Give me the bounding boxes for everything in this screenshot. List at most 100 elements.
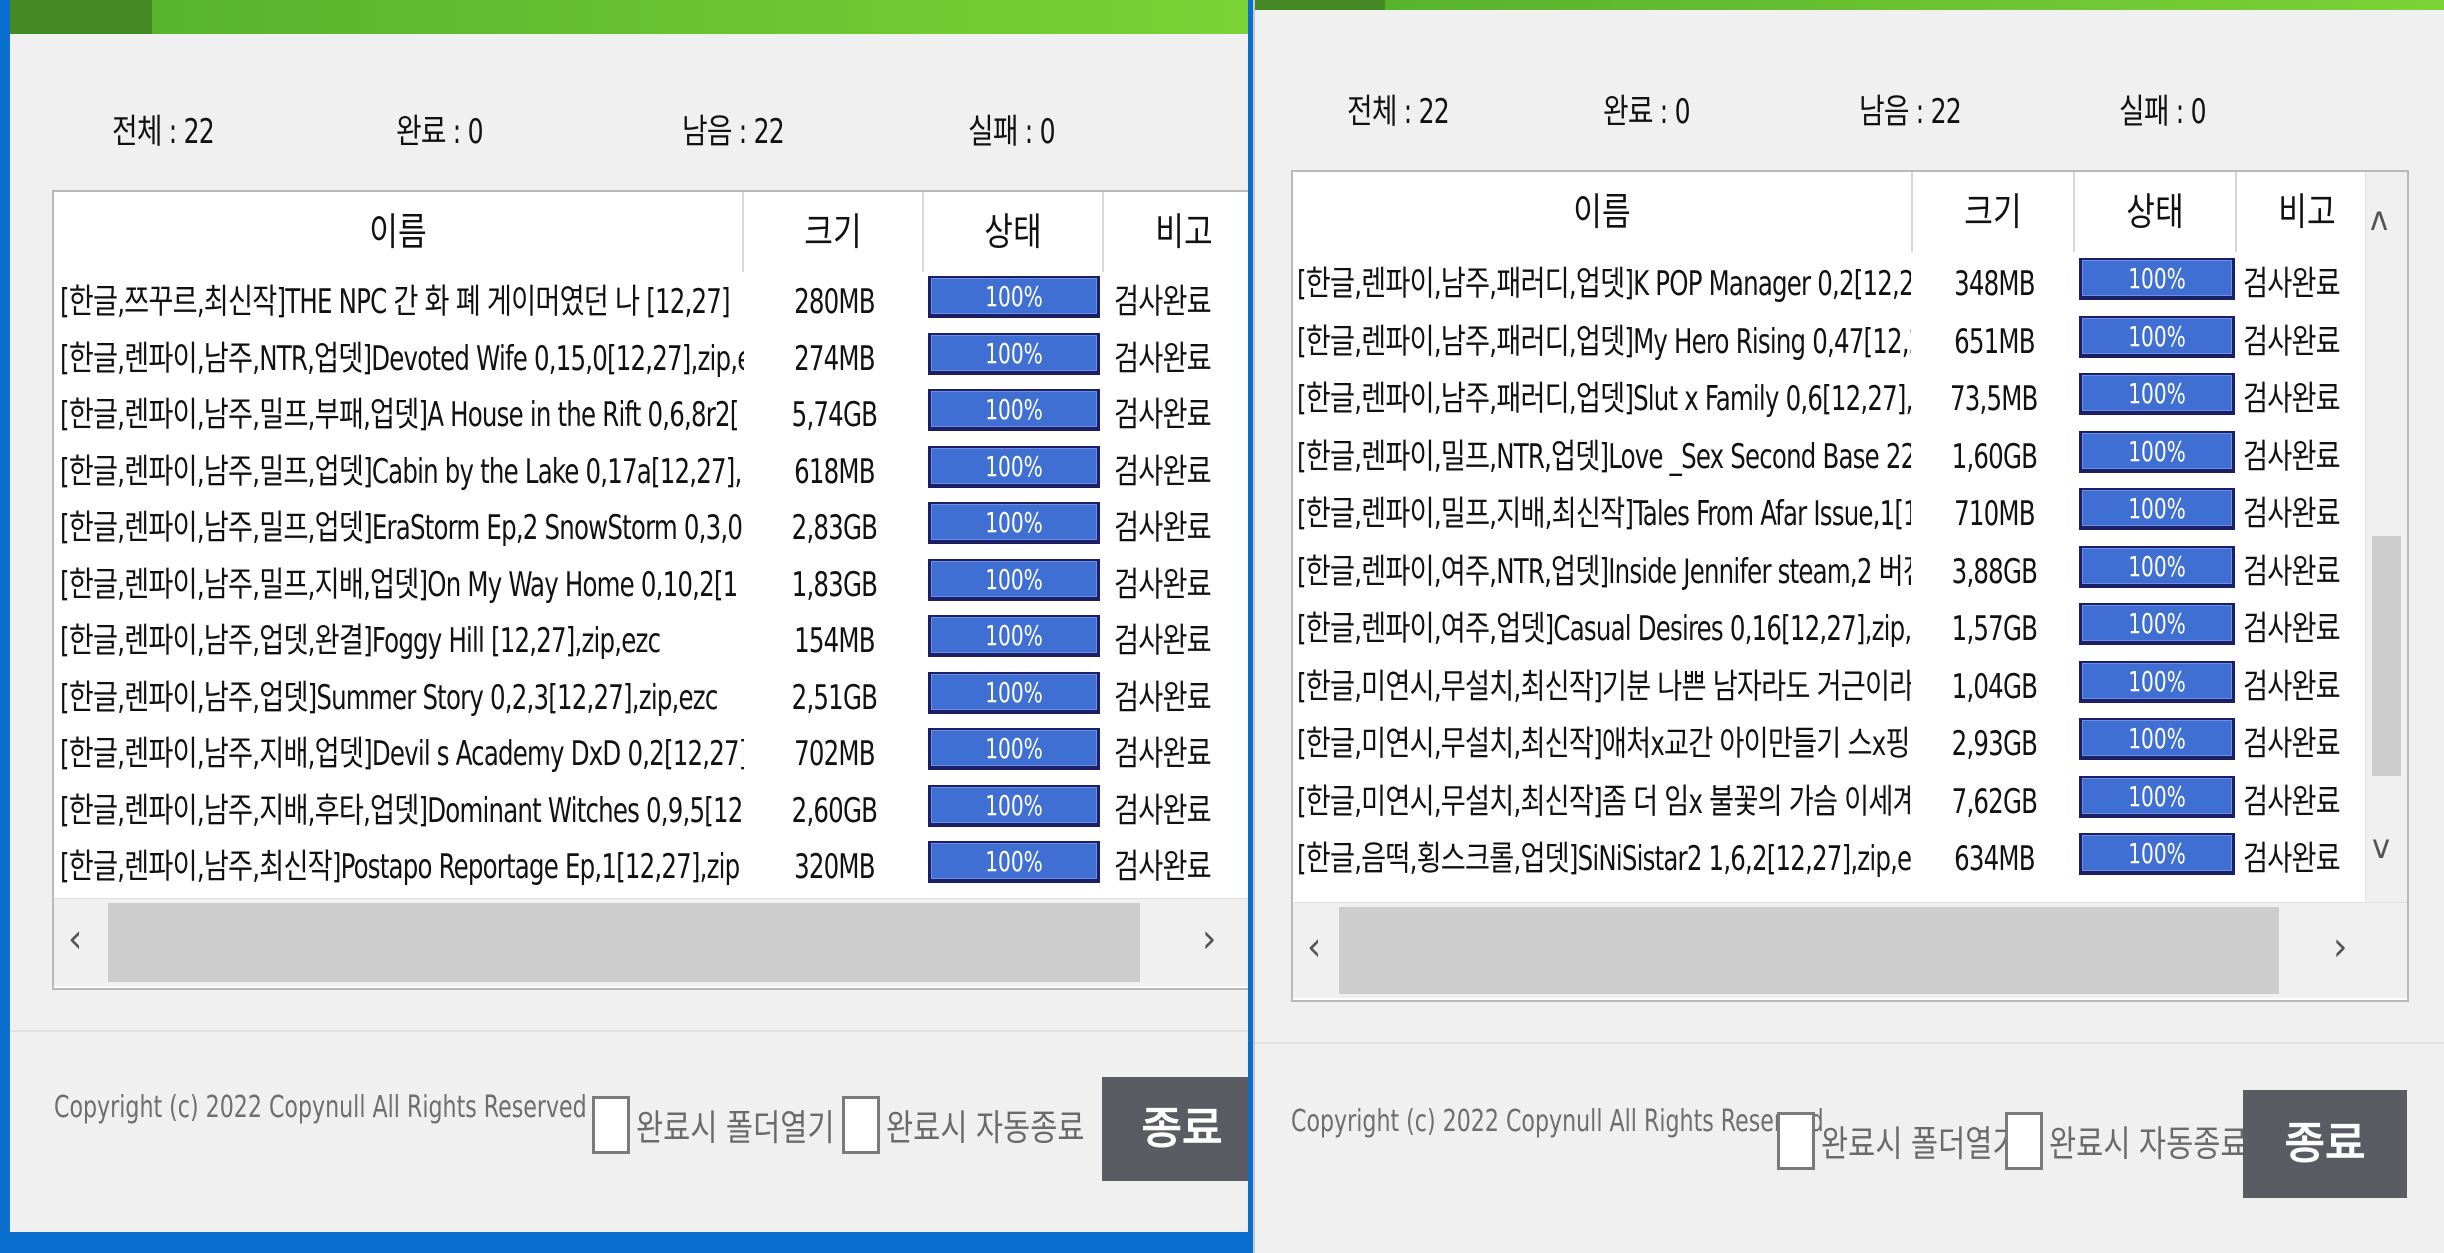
cell-size: 710MB — [1953, 494, 2035, 534]
open-folder-checkbox-box[interactable] — [592, 1096, 630, 1154]
scroll-thumb[interactable] — [1339, 907, 2279, 994]
cell-size: 5,74GB — [791, 395, 877, 435]
table-row[interactable]: [한글,음떡,횡스크롤,업뎃]SiNiSistar2 1,6,2[12,27],… — [1293, 831, 2407, 889]
cell-name: [한글,미연시,무설치,최신작]애처x교간 아이만들기 스x핑 임x할 — [1297, 724, 1911, 764]
auto-exit-checkbox-box[interactable] — [2005, 1112, 2043, 1170]
progress-fill: 100% — [2082, 432, 2232, 469]
progress-title-bar — [1255, 0, 2444, 10]
cell-name: [한글,렌파이,남주,밀프,업뎃]EraStorm Ep,2 SnowStorm… — [60, 508, 743, 548]
cell-note: 검사완료 — [2243, 436, 2341, 477]
scroll-down-icon[interactable]: v — [2372, 830, 2390, 864]
table-row[interactable]: [한글,렌파이,여주,업뎃]Casual Desires 0,16[12,27]… — [1293, 601, 2407, 659]
table-row[interactable]: [한글,렌파이,남주,최신작]Postapo Reportage Ep,1[12… — [54, 839, 1248, 896]
file-table[interactable]: 이름 크기 상태 비고 [한글,쯔꾸르,최신작]THE NPC 간 화 폐 게이… — [52, 190, 1248, 990]
auto-exit-checkbox[interactable]: 완료시 자동종료 — [842, 1096, 1128, 1154]
stat-total: 전체 : 22 — [1347, 92, 1450, 132]
progress-fill: 100% — [931, 278, 1097, 314]
scroll-thumb[interactable] — [108, 903, 1140, 982]
table-row[interactable]: [한글,렌파이,남주,밀프,업뎃]EraStorm Ep,2 SnowStorm… — [54, 500, 1248, 557]
cell-size: 1,57GB — [1951, 609, 2037, 649]
scroll-right-icon[interactable]: › — [2333, 927, 2347, 967]
table-row[interactable]: [한글,렌파이,남주,지배,후타,업뎃]Dominant Witches 0,9… — [54, 783, 1248, 840]
open-folder-checkbox[interactable]: 완료시 폴더열기 — [592, 1096, 878, 1154]
header-note[interactable]: 비고 — [1104, 192, 1248, 272]
close-button[interactable]: 종료 — [2243, 1090, 2407, 1198]
cell-note: 검사완료 — [2243, 551, 2341, 592]
cell-name: [한글,렌파이,남주,지배,업뎃]Devil s Academy DxD 0,2… — [60, 734, 744, 774]
progress-bar: 100% — [928, 671, 1100, 714]
cell-size: 2,83GB — [791, 508, 877, 548]
header-name[interactable]: 이름 — [1293, 172, 1913, 252]
table-row[interactable]: [한글,렌파이,남주,밀프,부패,업뎃]A House in the Rift … — [54, 387, 1248, 444]
cell-size: 2,60GB — [791, 790, 877, 831]
progress-fill: 100% — [931, 504, 1097, 540]
stat-failed: 실패 : 0 — [968, 112, 1056, 152]
table-row[interactable]: [한글,렌파이,남주,업뎃,완결]Foggy Hill [12,27],zip,… — [54, 613, 1248, 670]
table-row[interactable]: [한글,렌파이,남주,지배,업뎃]Devil s Academy DxD 0,2… — [54, 726, 1248, 783]
cell-size: 651MB — [1953, 321, 2035, 362]
scroll-up-icon[interactable]: ʌ — [2370, 202, 2388, 236]
table-row[interactable]: [한글,렌파이,남주,패러디,업뎃]Slut x Family 0,6[12,2… — [1293, 371, 2407, 429]
file-table[interactable]: 이름 크기 상태 비고 [한글,렌파이,남주,패러디,업뎃]K POP Mana… — [1291, 170, 2409, 1002]
table-row[interactable]: [한글,렌파이,여주,NTR,업뎃]Inside Jennifer steam,… — [1293, 544, 2407, 602]
table-row[interactable]: [한글,렌파이,밀프,지배,최신작]Tales From Afar Issue,… — [1293, 486, 2407, 544]
cell-name: [한글,렌파이,남주,지배,후타,업뎃]Dominant Witches 0,9… — [60, 790, 744, 831]
cell-size: 280MB — [793, 282, 875, 322]
horizontal-scrollbar[interactable]: ‹ › — [54, 898, 1248, 986]
auto-exit-checkbox-box[interactable] — [842, 1096, 880, 1154]
header-status[interactable]: 상태 — [924, 192, 1104, 272]
table-row[interactable]: [한글,미연시,무설치,최신작]좀 더 임x 불꽃의 가슴 이세계 젖기 7,62… — [1293, 774, 2407, 832]
stat-remaining: 남음 : 22 — [682, 112, 785, 152]
cell-size: 2,51GB — [791, 677, 877, 718]
stats-bar: 전체 : 22 완료 : 0 남음 : 22 실패 : 0 — [1255, 84, 2444, 134]
cell-note: 검사완료 — [1114, 677, 1212, 718]
table-row[interactable]: [한글,렌파이,남주,NTR,업뎃]Devoted Wife 0,15,0[12… — [54, 331, 1248, 388]
table-row[interactable]: [한글,렌파이,남주,밀프,업뎃]Cabin by the Lake 0,17a… — [54, 444, 1248, 501]
table-row[interactable]: [한글,렌파이,남주,밀프,지배,업뎃]On My Way Home 0,10,… — [54, 557, 1248, 614]
progress-bar: 100% — [2079, 430, 2235, 473]
scroll-left-icon[interactable]: ‹ — [1307, 927, 1321, 967]
table-row[interactable]: [한글,렌파이,남주,패러디,업뎃]My Hero Rising 0,47[12… — [1293, 314, 2407, 372]
scroll-left-icon[interactable]: ‹ — [68, 919, 82, 959]
cell-name: [한글,미연시,무설치,최신작]좀 더 임x 불꽃의 가슴 이세계 젖기 — [1297, 781, 1911, 822]
header-name[interactable]: 이름 — [54, 192, 744, 272]
auto-exit-checkbox-label: 완료시 자동종료 — [2049, 1124, 2248, 1165]
cell-note: 검사완료 — [2243, 609, 2341, 649]
cell-note: 검사완료 — [2243, 264, 2341, 304]
cell-note: 검사완료 — [1114, 395, 1212, 435]
progress-bar: 100% — [928, 389, 1100, 431]
table-row[interactable]: [한글,렌파이,남주,패러디,업뎃]K POP Manager 0,2[12,2… — [1293, 256, 2407, 314]
table-row[interactable]: [한글,렌파이,남주,업뎃]Summer Story 0,2,3[12,27],… — [54, 670, 1248, 727]
cell-size: 7,62GB — [1951, 781, 2037, 822]
header-note[interactable]: 비고 — [2237, 172, 2377, 252]
vertical-scrollbar[interactable]: ʌ v — [2365, 172, 2407, 902]
progress-bar: 100% — [928, 502, 1100, 544]
cell-size: 1,60GB — [1951, 436, 2037, 477]
cell-name: [한글,렌파이,남주,패러디,업뎃]Slut x Family 0,6[12,2… — [1297, 379, 1911, 419]
cell-name: [한글,렌파이,남주,패러디,업뎃]K POP Manager 0,2[12,2… — [1297, 264, 1911, 304]
header-size[interactable]: 크기 — [1913, 172, 2075, 252]
cell-note: 검사완료 — [1114, 847, 1212, 887]
table-row[interactable]: [한글,쯔꾸르,최신작]THE NPC 간 화 폐 게이머였던 나 [12,27… — [54, 274, 1248, 331]
table-row[interactable]: [한글,미연시,무설치,최신작]애처x교간 아이만들기 스x핑 임x할 2,93G… — [1293, 716, 2407, 774]
close-button[interactable]: 종료 — [1102, 1077, 1248, 1181]
progress-fill: 100% — [931, 391, 1097, 427]
table-row[interactable]: [한글,미연시,무설치,최신작]기분 나쁜 남자라도 거근이라면 학 1,04GB… — [1293, 659, 2407, 717]
cell-name: [한글,렌파이,밀프,지배,최신작]Tales From Afar Issue,… — [1297, 494, 1911, 534]
cell-name: [한글,렌파이,여주,NTR,업뎃]Inside Jennifer steam,… — [1297, 551, 1911, 592]
progress-fill: 100% — [2082, 260, 2232, 296]
vertical-scroll-thumb[interactable] — [2372, 536, 2401, 776]
stat-remaining: 남음 : 22 — [1859, 92, 1962, 132]
header-status[interactable]: 상태 — [2075, 172, 2237, 252]
progress-bar: 100% — [928, 558, 1100, 601]
table-row[interactable]: [한글,렌파이,밀프,NTR,업뎃]Love _Sex Second Base … — [1293, 429, 2407, 487]
progress-fill: 100% — [2082, 777, 2232, 814]
open-folder-checkbox-box[interactable] — [1777, 1112, 1815, 1170]
stat-done: 완료 : 0 — [1603, 92, 1691, 132]
progress-bar: 100% — [2079, 315, 2235, 358]
scroll-right-icon[interactable]: › — [1202, 919, 1216, 959]
progress-fill: 100% — [2082, 375, 2232, 411]
horizontal-scrollbar[interactable]: ‹ › — [1293, 902, 2407, 998]
header-size[interactable]: 크기 — [744, 192, 924, 272]
stat-done: 완료 : 0 — [396, 112, 484, 152]
